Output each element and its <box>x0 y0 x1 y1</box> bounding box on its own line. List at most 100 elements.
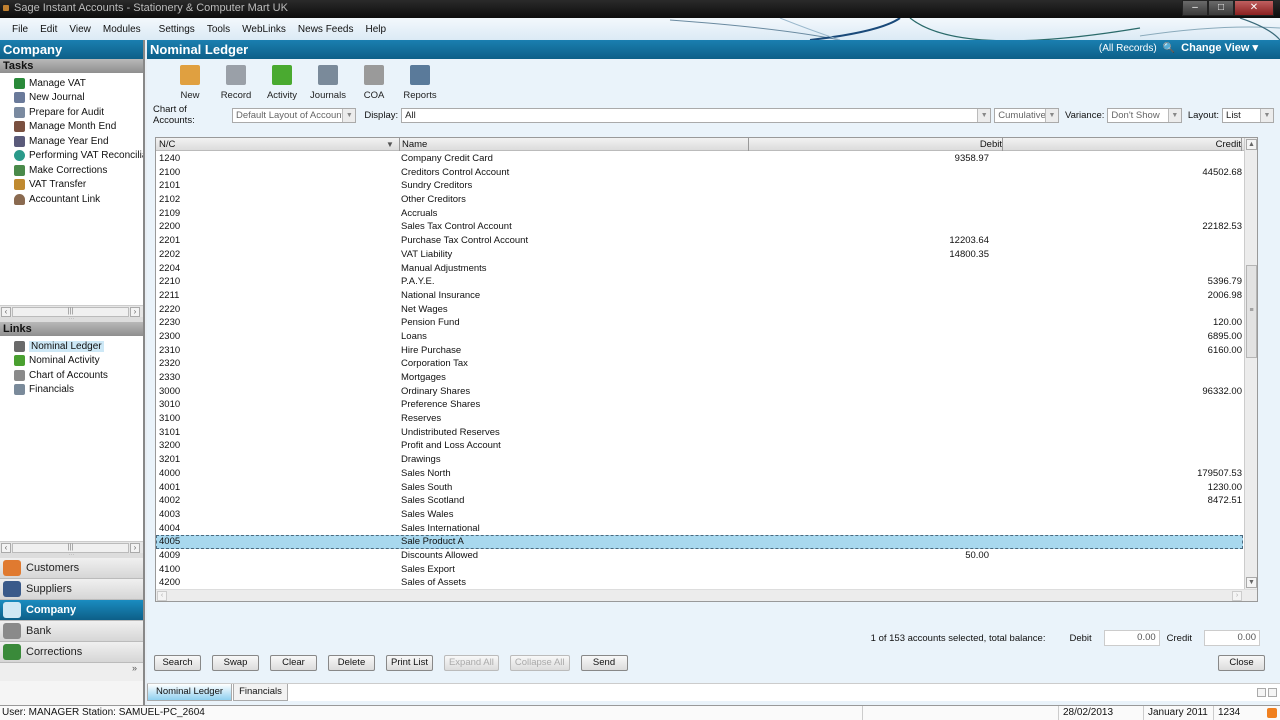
menu-weblinks[interactable]: WebLinks <box>236 24 292 35</box>
table-row[interactable]: 3000 Ordinary Shares 96332.00 <box>156 385 1243 399</box>
module-suppliers[interactable]: Suppliers <box>0 579 143 600</box>
menu-tools[interactable]: Tools <box>201 24 236 35</box>
task-vat-transfer[interactable]: VAT Transfer <box>0 178 143 193</box>
column-divider[interactable] <box>748 138 749 151</box>
table-row[interactable]: 2310 Hire Purchase 6160.00 <box>156 344 1243 358</box>
close-window-button[interactable]: ✕ <box>1234 0 1274 16</box>
table-row[interactable]: 3201 Drawings <box>156 453 1243 467</box>
grid-vertical-scrollbar[interactable]: ▲ ≡ ▼ <box>1244 138 1257 589</box>
collapse-all-button[interactable]: Collapse All <box>509 655 570 671</box>
minimize-button[interactable]: – <box>1182 0 1208 16</box>
table-row[interactable]: 2330 Mortgages <box>156 371 1243 385</box>
table-row[interactable]: 2200 Sales Tax Control Account 22182.53 <box>156 220 1243 234</box>
menu-view[interactable]: View <box>63 24 97 35</box>
menu-file[interactable]: File <box>6 24 34 35</box>
tile-icon[interactable] <box>1268 688 1277 697</box>
task-manage-year-end[interactable]: Manage Year End <box>0 134 143 149</box>
change-view-button[interactable]: Change View ▾ <box>1181 40 1258 57</box>
link-nominal-ledger[interactable]: Nominal Ledger <box>0 339 143 354</box>
delete-button[interactable]: Delete <box>328 655 375 671</box>
task-vat-reconciliation[interactable]: Performing VAT Reconciliation <box>0 149 143 164</box>
link-chart-of-accounts[interactable]: Chart of Accounts <box>0 368 143 383</box>
task-manage-month-end[interactable]: Manage Month End <box>0 120 143 135</box>
table-row[interactable]: 2100 Creditors Control Account 44502.68 <box>156 166 1243 180</box>
column-name[interactable]: Name <box>399 138 427 151</box>
table-row[interactable]: 4001 Sales South 1230.00 <box>156 481 1243 495</box>
task-manage-vat[interactable]: Manage VAT <box>0 76 143 91</box>
table-row[interactable]: 2220 Net Wages <box>156 303 1243 317</box>
module-customers[interactable]: Customers <box>0 558 143 579</box>
table-row[interactable]: 2101 Sundry Creditors <box>156 179 1243 193</box>
table-row[interactable]: 4003 Sales Wales <box>156 508 1243 522</box>
scroll-down-icon[interactable]: ▼ <box>1246 577 1257 588</box>
table-row[interactable]: 3010 Preference Shares <box>156 398 1243 412</box>
task-accountant-link[interactable]: Accountant Link <box>0 192 143 207</box>
scroll-left-icon[interactable]: ‹ <box>1 543 11 553</box>
column-nc[interactable]: N/C <box>159 138 175 151</box>
task-new-journal[interactable]: New Journal <box>0 91 143 106</box>
column-credit[interactable]: Credit <box>1216 138 1241 151</box>
menu-news-feeds[interactable]: News Feeds <box>292 24 360 35</box>
search-icon[interactable]: 🔍 <box>1163 40 1175 57</box>
table-row[interactable]: 2201 Purchase Tax Control Account 12203.64 <box>156 234 1243 248</box>
table-row[interactable]: 1240 Company Credit Card 9358.97 <box>156 152 1243 166</box>
table-row[interactable]: 2300 Loans 6895.00 <box>156 330 1243 344</box>
scroll-thumb[interactable]: ||| <box>12 307 129 317</box>
display-select[interactable]: All ▼ <box>401 107 992 123</box>
tab-nominal-ledger[interactable]: Nominal Ledger <box>147 684 232 701</box>
task-prepare-for-audit[interactable]: Prepare for Audit <box>0 105 143 120</box>
scroll-thumb[interactable]: ≡ <box>1246 265 1257 358</box>
record-button[interactable]: Record <box>213 65 259 105</box>
table-row[interactable]: 2109 Accruals <box>156 207 1243 221</box>
table-row[interactable]: 4002 Sales Scotland 8472.51 <box>156 494 1243 508</box>
table-row[interactable]: 2320 Corporation Tax <box>156 357 1243 371</box>
table-row[interactable]: 4005 Sale Product A <box>156 535 1243 549</box>
journals-button[interactable]: Journals <box>305 65 351 105</box>
menu-edit[interactable]: Edit <box>34 24 63 35</box>
rss-icon[interactable] <box>1267 708 1277 718</box>
scroll-left-icon[interactable]: ‹ <box>1 307 11 317</box>
variance-select[interactable]: Don't Show ▼ <box>1107 107 1182 123</box>
grid-horizontal-scrollbar[interactable]: ‹ › <box>156 589 1257 601</box>
menu-settings[interactable]: Settings <box>153 24 201 35</box>
print-list-button[interactable]: Print List <box>386 655 433 671</box>
table-row[interactable]: 3200 Profit and Loss Account <box>156 439 1243 453</box>
period-select[interactable]: Cumulative ▼ <box>994 107 1059 123</box>
link-financials[interactable]: Financials <box>0 383 143 398</box>
close-button[interactable]: Close <box>1218 655 1265 671</box>
table-row[interactable]: 4000 Sales North 179507.53 <box>156 467 1243 481</box>
coa-button[interactable]: COA <box>351 65 397 105</box>
module-bank[interactable]: Bank <box>0 621 143 642</box>
links-scrollbar[interactable]: ‹ ||| › <box>0 541 143 553</box>
link-nominal-activity[interactable]: Nominal Activity <box>0 354 143 369</box>
search-button[interactable]: Search <box>154 655 201 671</box>
tile-icon[interactable] <box>1257 688 1266 697</box>
send-button[interactable]: Send <box>580 655 628 671</box>
scroll-right-icon[interactable]: › <box>130 307 140 317</box>
menu-modules[interactable]: Modules <box>97 24 147 35</box>
sort-desc-icon[interactable]: ▼ <box>386 138 394 151</box>
scroll-left-icon[interactable]: ‹ <box>157 591 167 601</box>
coa-layout-select[interactable]: Default Layout of Accounts ▼ <box>231 107 357 123</box>
column-divider[interactable] <box>1241 138 1242 151</box>
new-button[interactable]: New <box>167 65 213 105</box>
layout-select[interactable]: List ▼ <box>1222 107 1274 123</box>
table-row[interactable]: 2202 VAT Liability 14800.35 <box>156 248 1243 262</box>
activity-button[interactable]: Activity <box>259 65 305 105</box>
reports-button[interactable]: Reports <box>397 65 443 105</box>
more-modules-button[interactable]: » <box>0 663 143 681</box>
maximize-button[interactable]: □ <box>1208 0 1234 16</box>
menu-help[interactable]: Help <box>359 24 392 35</box>
tasks-scrollbar[interactable]: ‹ ||| › <box>0 305 143 317</box>
table-row[interactable]: 4009 Discounts Allowed 50.00 <box>156 549 1243 563</box>
scroll-right-icon[interactable]: › <box>1232 591 1242 601</box>
records-filter[interactable]: (All Records) <box>1099 40 1157 57</box>
table-row[interactable]: 2210 P.A.Y.E. 5396.79 <box>156 275 1243 289</box>
scroll-thumb[interactable]: ||| <box>12 543 129 553</box>
table-row[interactable]: 2204 Manual Adjustments <box>156 262 1243 276</box>
task-make-corrections[interactable]: Make Corrections <box>0 163 143 178</box>
swap-button[interactable]: Swap <box>212 655 259 671</box>
scroll-right-icon[interactable]: › <box>130 543 140 553</box>
tab-financials[interactable]: Financials <box>233 684 288 701</box>
clear-button[interactable]: Clear <box>270 655 317 671</box>
